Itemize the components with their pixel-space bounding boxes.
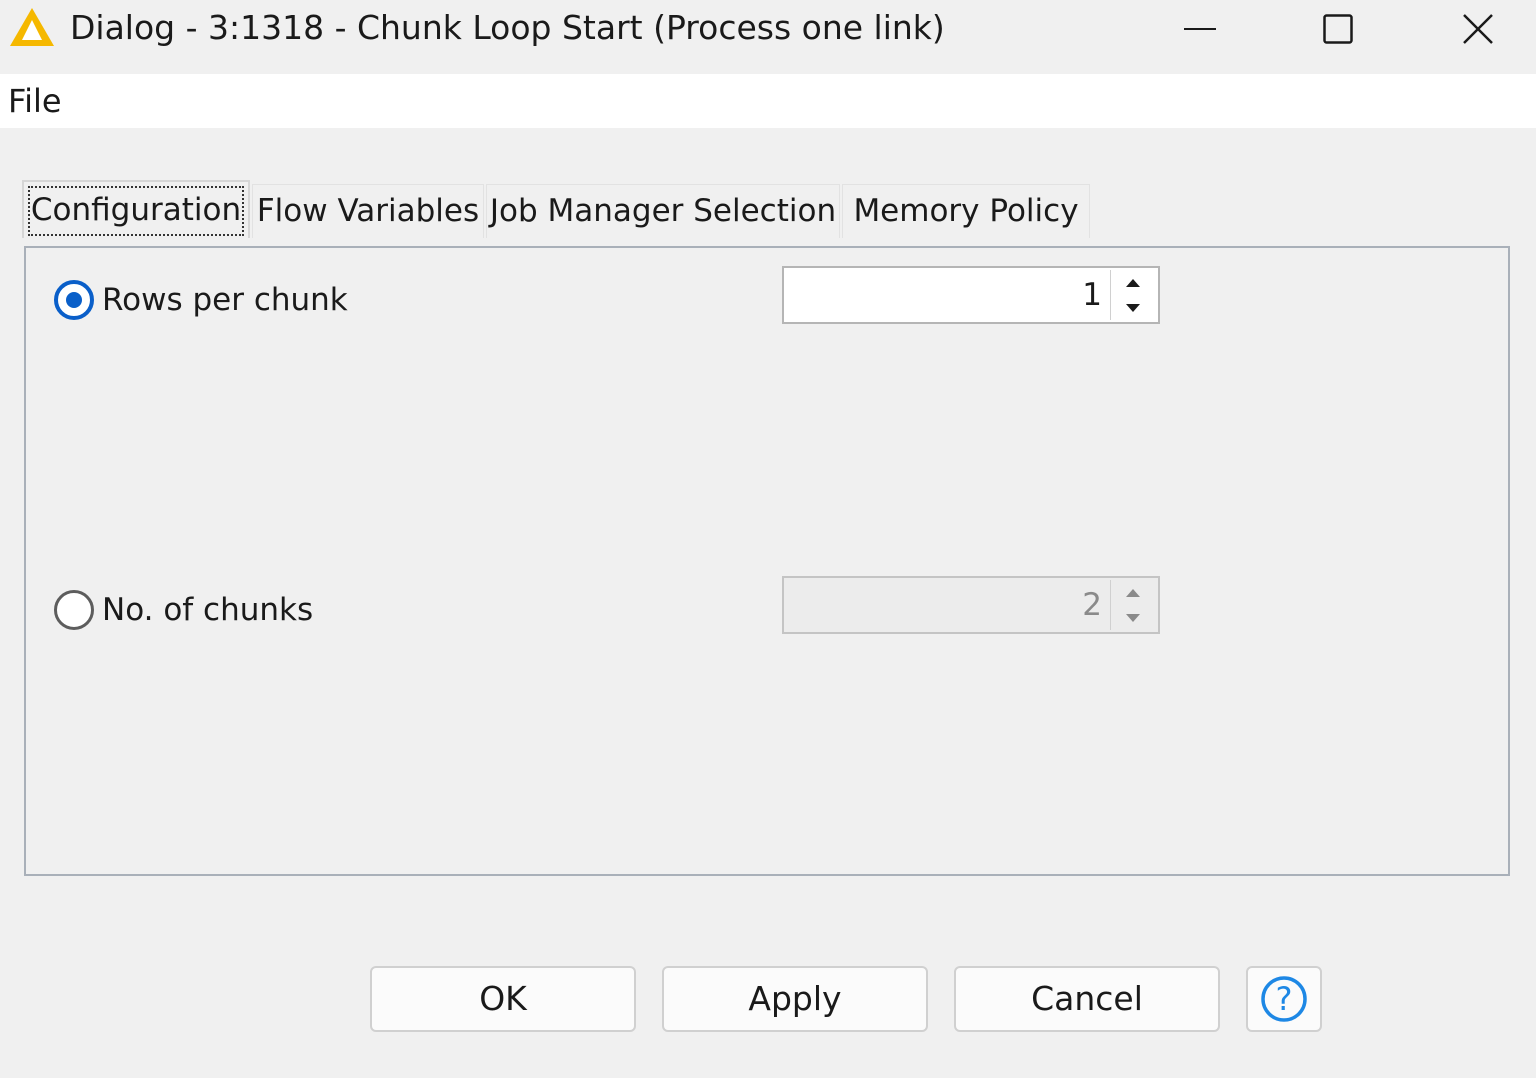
tab-flow-variables[interactable]: Flow Variables: [252, 184, 484, 238]
maximize-button[interactable]: [1268, 0, 1408, 58]
rows-per-chunk-value[interactable]: 1: [794, 268, 1102, 322]
tab-configuration-label: Configuration: [28, 186, 244, 236]
help-icon: ?: [1261, 976, 1307, 1022]
spin-down-button[interactable]: [1111, 295, 1155, 320]
minimize-button[interactable]: [1130, 0, 1270, 58]
window-title: Dialog - 3:1318 - Chunk Loop Start (Proc…: [70, 8, 945, 47]
no-of-chunks-label: No. of chunks: [102, 592, 314, 628]
spin-up-button[interactable]: [1111, 270, 1155, 295]
svg-text:?: ?: [1276, 980, 1293, 1018]
menu-bar: File: [0, 74, 1536, 128]
no-of-chunks-value[interactable]: 2: [794, 578, 1102, 632]
caret-down-icon: [1126, 613, 1140, 622]
rows-per-chunk-spinner[interactable]: 1: [782, 266, 1160, 324]
spin-down-button[interactable]: [1111, 605, 1155, 630]
no-of-chunks-radio[interactable]: [54, 590, 94, 630]
caret-down-icon: [1126, 303, 1140, 312]
dialog-window: Dialog - 3:1318 - Chunk Loop Start (Proc…: [0, 0, 1536, 1078]
minimize-icon: [1184, 28, 1216, 30]
knime-warning-triangle-icon: [8, 6, 56, 48]
configuration-panel: Rows per chunk 1 No. of chunks 2: [24, 246, 1510, 876]
maximize-icon: [1323, 14, 1353, 44]
caret-up-icon: [1126, 588, 1140, 597]
title-bar[interactable]: Dialog - 3:1318 - Chunk Loop Start (Proc…: [0, 0, 1536, 72]
spin-up-button[interactable]: [1111, 580, 1155, 605]
tab-job-manager-selection[interactable]: Job Manager Selection: [486, 184, 840, 238]
menu-file[interactable]: File: [6, 80, 64, 122]
tab-memory-policy[interactable]: Memory Policy: [842, 184, 1090, 238]
rows-per-chunk-radio[interactable]: [54, 280, 94, 320]
no-of-chunks-spinner[interactable]: 2: [782, 576, 1160, 634]
cancel-button[interactable]: Cancel: [954, 966, 1220, 1032]
rows-per-chunk-label: Rows per chunk: [102, 282, 348, 318]
tab-configuration[interactable]: Configuration: [22, 180, 250, 238]
apply-button[interactable]: Apply: [662, 966, 928, 1032]
close-button[interactable]: [1408, 0, 1536, 58]
ok-button[interactable]: OK: [370, 966, 636, 1032]
spinner-buttons: [1110, 270, 1154, 320]
caret-up-icon: [1126, 278, 1140, 287]
spinner-buttons-disabled: [1110, 580, 1154, 630]
close-icon: [1463, 14, 1493, 44]
help-button[interactable]: ?: [1246, 966, 1322, 1032]
